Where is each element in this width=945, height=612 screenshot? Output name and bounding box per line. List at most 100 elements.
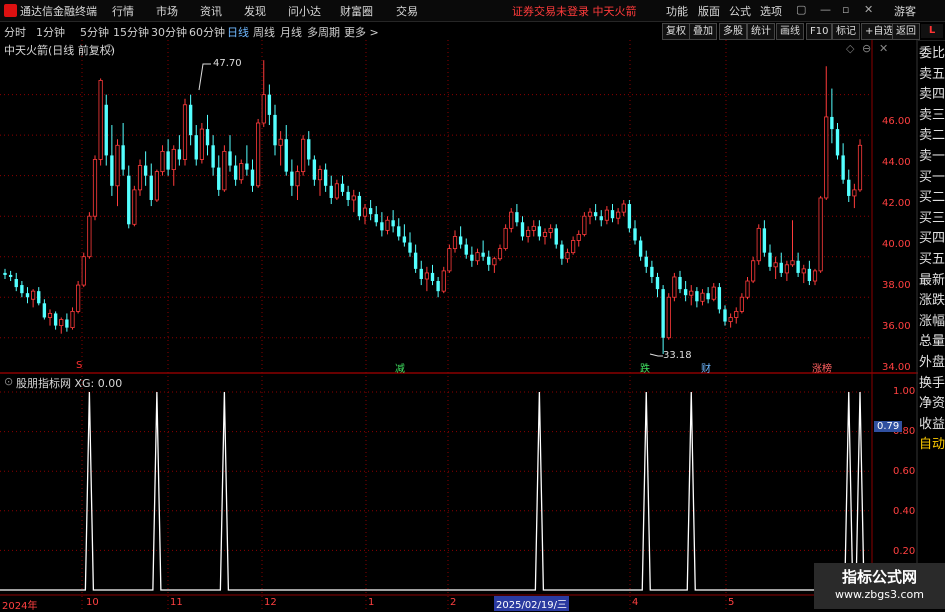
menu-item-gongneng[interactable]: 功能 [666, 3, 688, 19]
date-axis-label: 2024年 [2, 601, 38, 612]
watermark-title: 指标公式网 [841, 568, 917, 586]
menu-item-banmian[interactable]: 版面 [698, 3, 720, 19]
event-marker-s[interactable]: S [76, 360, 82, 371]
quote-field-5: 卖一 [919, 148, 945, 164]
period-tab-daily[interactable]: 日线 [227, 24, 249, 40]
period-tab-monthly[interactable]: 月线 [280, 24, 302, 40]
menu-item-caifuquan[interactable]: 财富圈 [340, 3, 373, 19]
price-axis-label: 40.00 [882, 239, 911, 250]
period-tab-weekly[interactable]: 周线 [253, 24, 275, 40]
window-close-icon[interactable]: ✕ [864, 3, 873, 16]
period-tab-30min[interactable]: 30分钟 [151, 24, 187, 40]
price-axis-label: 42.00 [882, 198, 911, 209]
candle [98, 78, 103, 166]
candle [81, 252, 86, 288]
candle [222, 145, 227, 192]
event-marker-die[interactable]: 跌 [640, 360, 650, 375]
quote-info-panel: 委比 卖五 卖四 卖三 卖二 卖一 买一 买二 买三 买四 买五 最新 涨跌 涨幅 总量 外盘 换手 净资 收益 自动 [919, 44, 945, 456]
back-button[interactable]: 返回 [892, 23, 920, 40]
candle [92, 155, 98, 221]
menu-item-hangqing[interactable]: 行情 [112, 3, 134, 19]
high-price-label: 47.70 [213, 58, 242, 69]
period-tab-5min[interactable]: 5分钟 [80, 24, 109, 40]
quote-field-9: 买四 [919, 231, 945, 247]
candle [132, 185, 137, 227]
menu-item-gongshi[interactable]: 公式 [729, 3, 751, 19]
quote-field-7: 买二 [919, 190, 945, 206]
quote-field-6: 买一 [919, 169, 945, 185]
period-toolbar: 分时 1分钟 5分钟 15分钟 30分钟 60分钟 日线 周线 月线 多周期 更… [0, 22, 945, 41]
quote-field-17: 净资 [919, 396, 945, 412]
indicator-options-icon[interactable]: ⊙ [4, 375, 13, 388]
quote-field-12: 涨跌 [919, 293, 945, 309]
quote-field-15: 外盘 [919, 354, 945, 370]
diamond-icon[interactable]: ◇ [846, 42, 854, 55]
period-tab-fenshi[interactable]: 分时 [4, 24, 26, 40]
period-tab-15min[interactable]: 15分钟 [113, 24, 149, 40]
quote-field-18: 收益 [919, 416, 945, 432]
event-marker-jian[interactable]: 减 [395, 360, 405, 375]
event-marker-cai[interactable]: 财 [701, 360, 711, 375]
candle [182, 98, 188, 166]
level-button[interactable]: L [921, 24, 943, 38]
indicator-axis-label: 0.60 [893, 466, 916, 477]
menu-item-jiaoyi[interactable]: 交易 [396, 3, 418, 19]
window-minimize-icon[interactable]: — [820, 3, 831, 16]
top-menu-bar: 通达信金融终端 行情 市场 资讯 发现 问小达 财富圈 交易 证券交易未登录 中… [0, 0, 945, 22]
quote-field-4: 卖二 [919, 128, 945, 144]
quote-field-13: 涨幅 [919, 313, 945, 329]
period-tab-multi[interactable]: 多周期 [307, 24, 340, 40]
quote-field-14: 总量 [919, 334, 945, 350]
menu-item-xuanxiang[interactable]: 选项 [760, 3, 782, 19]
date-axis-label: 2 [450, 597, 457, 608]
menu-item-shichang[interactable]: 市场 [156, 3, 178, 19]
event-marker-zhangbang[interactable]: 涨榜 [812, 360, 832, 375]
candle [857, 139, 863, 192]
period-tab-more[interactable]: 更多 > [344, 24, 379, 40]
menu-item-zixun[interactable]: 资讯 [200, 3, 222, 19]
quote-field-3: 卖三 [919, 107, 945, 123]
date-axis-label: 11 [170, 597, 183, 608]
title-options-icon[interactable]: ⊙ [104, 41, 114, 55]
price-axis-label: 44.00 [882, 157, 911, 168]
period-tab-60min[interactable]: 60分钟 [189, 24, 225, 40]
quote-field-11: 最新 [919, 272, 945, 288]
candle [756, 224, 761, 265]
period-tab-1min[interactable]: 1分钟 [36, 24, 65, 40]
draw-line-button[interactable]: 画线 [776, 23, 804, 40]
quote-field-1: 卖五 [919, 66, 945, 82]
quote-field-10: 买五 [919, 251, 945, 267]
main-chart-title: 中天火箭(日线 前复权) [4, 44, 116, 57]
indicator-axis-label: 0.20 [893, 546, 916, 557]
zoom-out-icon[interactable]: ⊖ [862, 42, 871, 55]
statistics-button[interactable]: 统计 [747, 23, 775, 40]
chart-area[interactable] [0, 40, 918, 609]
price-axis-label: 34.00 [882, 362, 911, 373]
quote-field-0: 委比 [919, 46, 945, 61]
price-axis-label: 46.00 [882, 116, 911, 127]
menu-item-faxian[interactable]: 发现 [244, 3, 266, 19]
minimize-window-icon[interactable]: ▢ [796, 3, 806, 16]
user-name[interactable]: 游客 [894, 3, 916, 19]
f10-button[interactable]: F10 [806, 23, 833, 40]
fuquan-button[interactable]: 复权 [662, 23, 690, 40]
price-axis-label: 38.00 [882, 280, 911, 291]
candle [154, 169, 159, 203]
candle [256, 118, 261, 188]
candle [672, 272, 677, 302]
close-panel-icon[interactable]: ✕ [879, 42, 888, 55]
candle [447, 244, 452, 273]
mark-button[interactable]: 标记 [832, 23, 860, 40]
menu-item-wenxiaoda[interactable]: 问小达 [288, 3, 321, 19]
quote-field-19[interactable]: 自动 [919, 435, 945, 456]
indicator-current-value: 0.79 [874, 421, 903, 432]
candle [666, 293, 671, 340]
candle [717, 283, 722, 314]
candle [104, 94, 108, 166]
multi-stock-button[interactable]: 多股 [719, 23, 747, 40]
candle [818, 195, 823, 273]
quote-field-8: 买三 [919, 210, 945, 226]
window-restore-icon[interactable]: ▫ [842, 3, 849, 16]
candle [76, 281, 81, 314]
overlay-button[interactable]: 叠加 [689, 23, 717, 40]
